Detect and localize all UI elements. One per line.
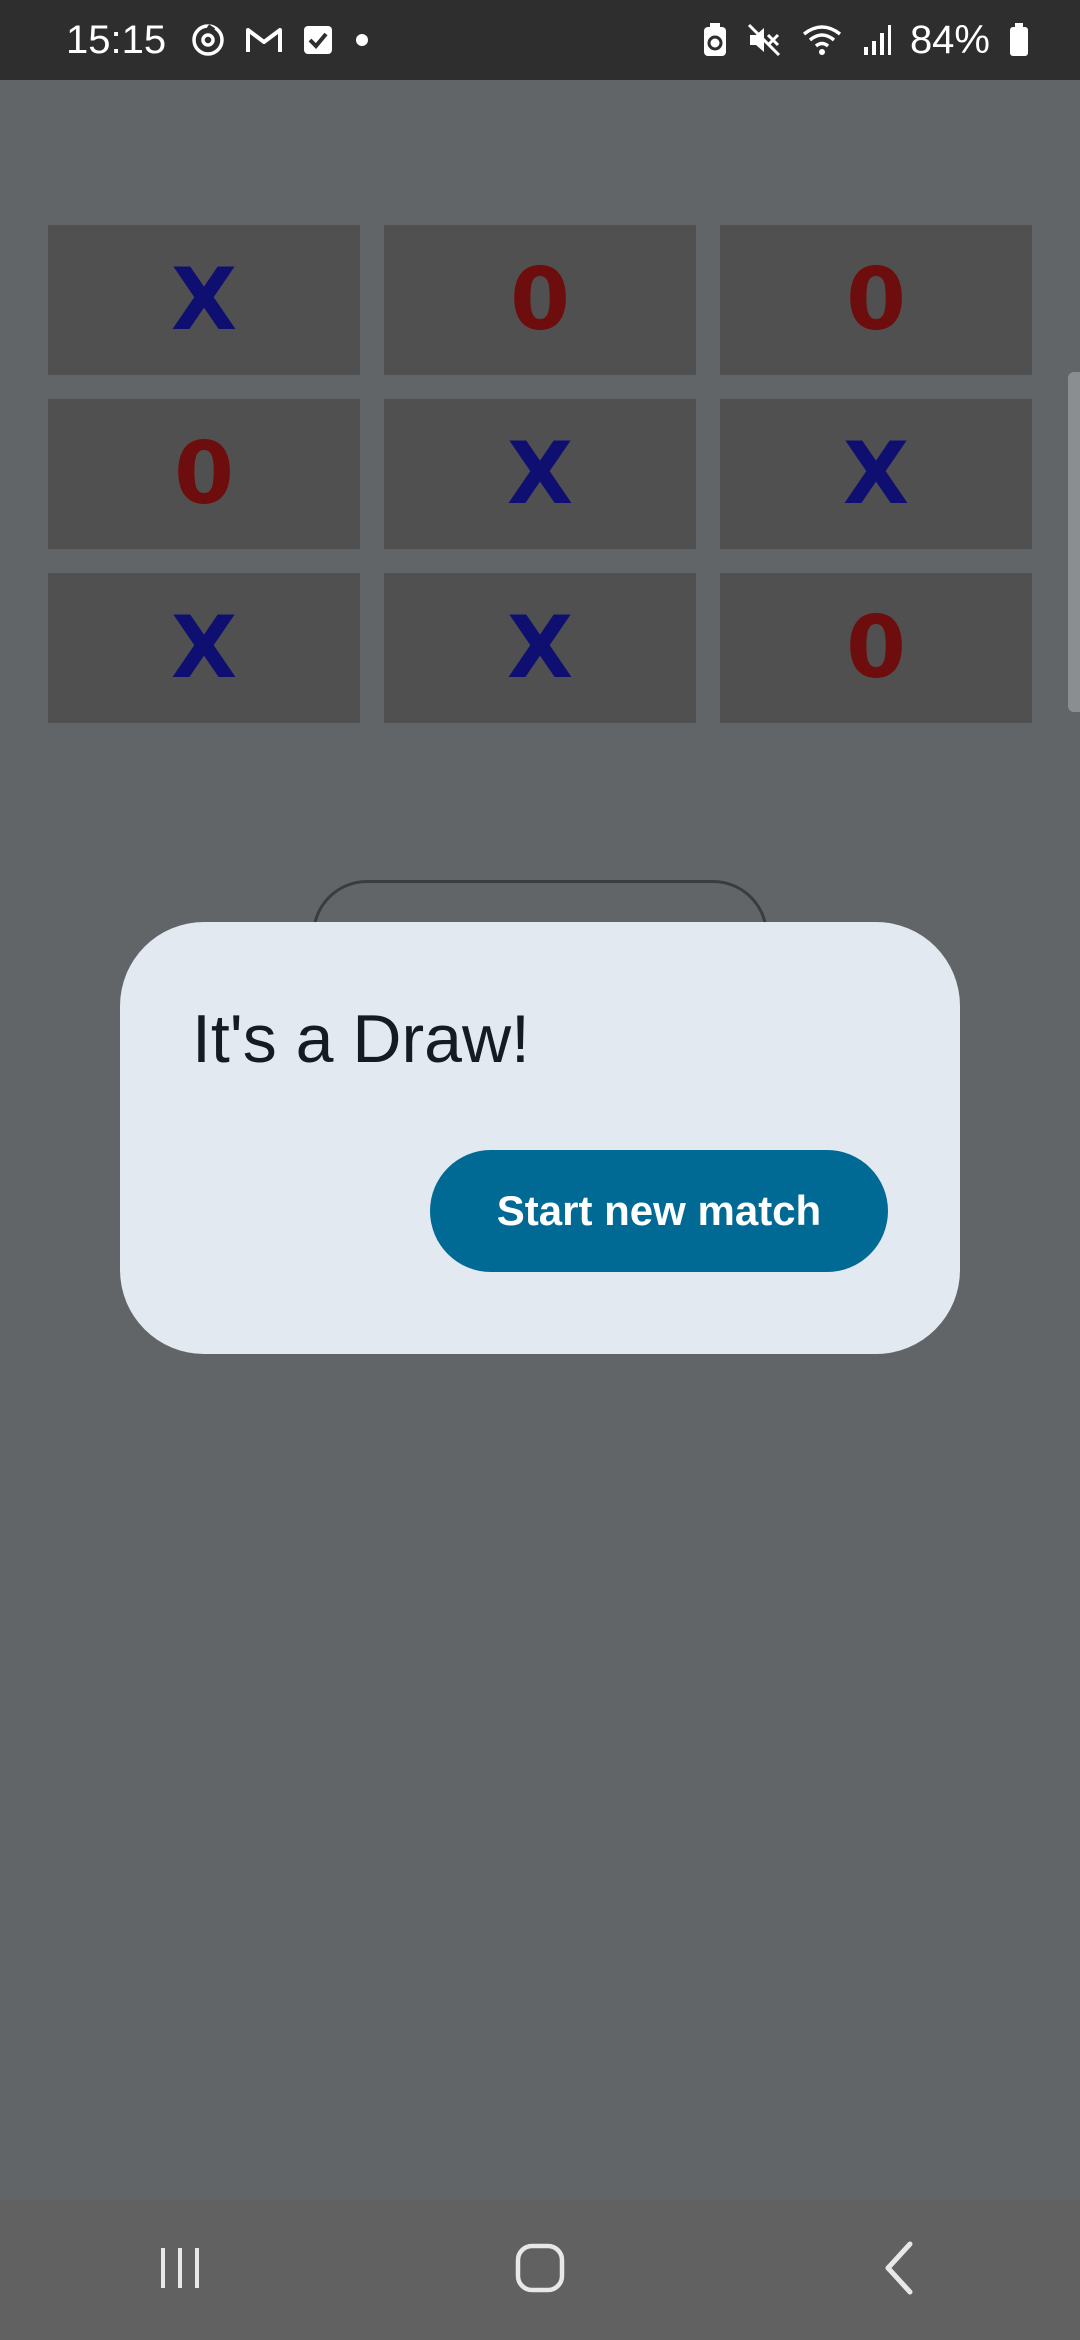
back-button[interactable] — [840, 2220, 960, 2320]
home-icon — [514, 2242, 566, 2299]
board-cell-1[interactable]: X — [48, 225, 360, 375]
recent-apps-icon — [155, 2243, 205, 2298]
board-cell-9[interactable]: 0 — [720, 573, 1032, 723]
board-cell-6[interactable]: X — [720, 399, 1032, 549]
status-bar-right: 84% — [702, 18, 1030, 63]
navigation-bar — [0, 2200, 1080, 2340]
dot-icon — [352, 30, 372, 50]
sync-icon — [190, 22, 226, 58]
battery-percent: 84% — [909, 17, 990, 62]
board-cell-5[interactable]: X — [384, 399, 696, 549]
signal-icon — [862, 23, 892, 57]
home-button[interactable] — [480, 2220, 600, 2320]
scrollbar-thumb — [1068, 372, 1080, 712]
back-icon — [880, 2240, 920, 2301]
dialog-title: It's a Draw! — [192, 1001, 530, 1077]
gmail-icon — [244, 24, 284, 56]
status-bar-left: 15:15 — [66, 18, 372, 63]
board-cell-4[interactable]: 0 — [48, 399, 360, 549]
board-cell-7[interactable]: X — [48, 573, 360, 723]
board-cell-3[interactable]: 0 — [720, 225, 1032, 375]
board-cell-8[interactable]: X — [384, 573, 696, 723]
status-time: 15:15 — [66, 17, 167, 62]
status-bar: 15:15 84% — [0, 0, 1080, 80]
mute-icon — [746, 22, 782, 58]
start-new-match-button[interactable]: Start new match — [430, 1150, 888, 1272]
board-cell-2[interactable]: 0 — [384, 225, 696, 375]
result-dialog: It's a Draw! Start new match — [120, 922, 960, 1354]
battery-saver-icon — [702, 22, 728, 58]
checkbox-icon — [302, 24, 334, 56]
battery-icon — [1008, 22, 1030, 58]
game-board: X 0 0 0 X X X X 0 — [48, 225, 1032, 723]
recent-apps-button[interactable] — [120, 2220, 240, 2320]
wifi-icon — [800, 22, 844, 58]
